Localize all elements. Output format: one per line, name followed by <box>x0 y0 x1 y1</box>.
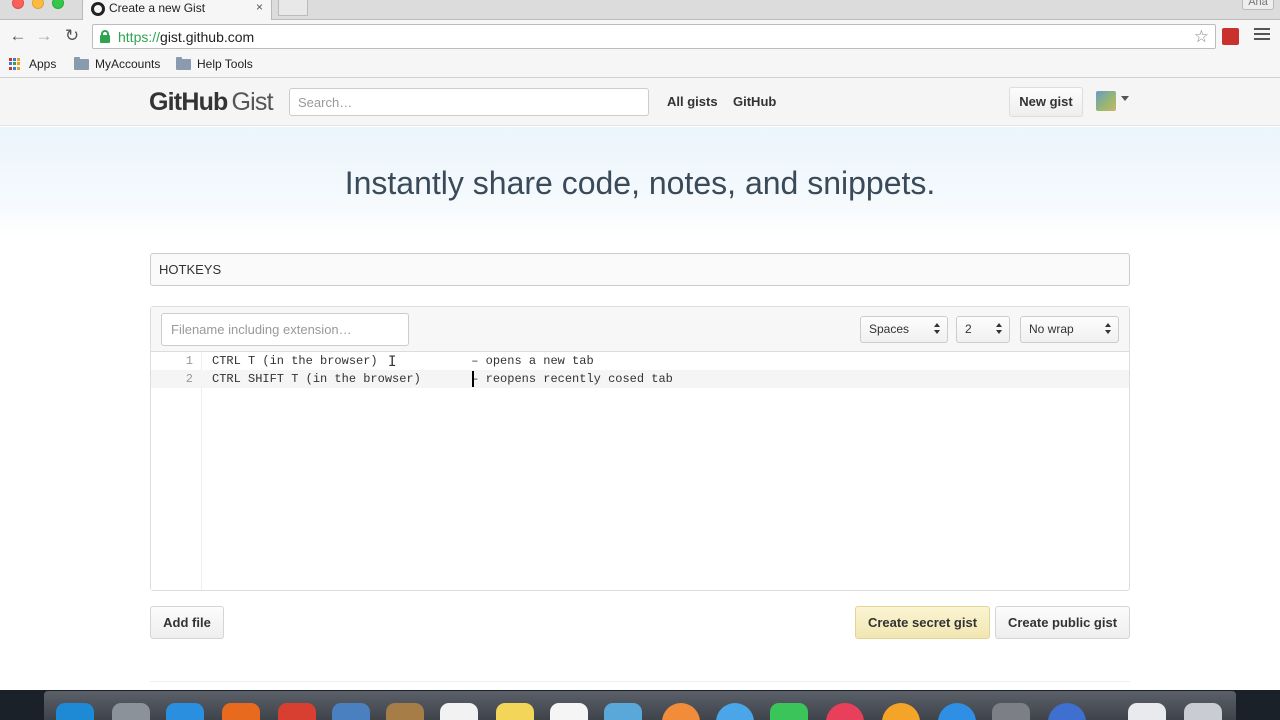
reminders-icon[interactable] <box>550 703 588 720</box>
line-number: 1 <box>185 354 193 368</box>
bookmark-label: Apps <box>29 57 57 71</box>
lock-icon <box>100 30 110 43</box>
line-text: CTRL SHIFT T (in the browser) – reopens … <box>212 372 673 386</box>
filename-input[interactable] <box>161 313 409 346</box>
back-arrow-icon[interactable]: ← <box>8 26 28 46</box>
caret-cursor <box>472 371 474 387</box>
text-cursor-icon: I <box>388 354 397 370</box>
new-gist-button[interactable]: New gist <box>1009 87 1083 117</box>
url-host: gist.github.com <box>160 29 255 45</box>
window-close-icon[interactable] <box>12 0 24 9</box>
bookmark-label: Help Tools <box>197 57 253 71</box>
tab-title: Create a new Gist <box>109 1 206 15</box>
contacts-icon[interactable] <box>386 703 424 720</box>
launchpad-icon[interactable] <box>112 703 150 720</box>
calendar-icon[interactable] <box>440 703 478 720</box>
create-secret-gist-button[interactable]: Create secret gist <box>855 606 990 639</box>
forward-arrow-icon[interactable]: → <box>34 26 54 46</box>
nav-github[interactable]: GitHub <box>733 94 776 109</box>
github-octocat-icon <box>91 2 105 16</box>
window-maximize-icon[interactable] <box>52 0 64 9</box>
file-header: Spaces 2 No wrap <box>151 307 1129 352</box>
tab-close-icon[interactable]: × <box>256 0 263 14</box>
site-header: GitHubGist All gists GitHub New gist <box>0 78 1280 126</box>
url-text: https://gist.github.com <box>118 29 254 45</box>
line-number: 2 <box>185 372 193 386</box>
folder-icon <box>176 56 191 70</box>
indent-mode-value: Spaces <box>869 322 910 336</box>
gist-file-editor: Spaces 2 No wrap 1 CTRL T (in the browse… <box>150 306 1130 591</box>
chevron-down-icon <box>1121 96 1129 101</box>
address-bar[interactable]: https://gist.github.com ☆ <box>92 24 1216 49</box>
hero-banner: Instantly share code, notes, and snippet… <box>0 127 1280 237</box>
indent-mode-select[interactable]: Spaces <box>860 316 948 343</box>
bookmark-myaccounts[interactable]: MyAccounts <box>74 56 161 71</box>
chrome-menu-icon[interactable] <box>1254 28 1270 44</box>
profile-button[interactable]: Ana <box>1242 0 1274 10</box>
system-preferences-icon[interactable] <box>992 703 1030 720</box>
code-editor[interactable]: 1 CTRL T (in the browser) – opens a new … <box>151 352 1129 590</box>
nav-all-gists[interactable]: All gists <box>667 94 718 109</box>
bookmark-help-tools[interactable]: Help Tools <box>176 56 253 71</box>
preview-icon[interactable] <box>604 703 642 720</box>
notes-icon[interactable] <box>496 703 534 720</box>
gist-description-input[interactable] <box>150 253 1130 286</box>
browser-toolbar: ← → ↻ https://gist.github.com ☆ <box>0 20 1280 53</box>
star-icon[interactable]: ☆ <box>1194 27 1209 47</box>
wrap-mode-select[interactable]: No wrap <box>1020 316 1119 343</box>
chrome-icon[interactable] <box>278 703 316 720</box>
logo-github-text: GitHub <box>149 88 228 116</box>
bookmark-label: MyAccounts <box>95 57 161 71</box>
search-input[interactable] <box>289 88 649 116</box>
divider <box>150 681 1130 682</box>
indent-size-select[interactable]: 2 <box>956 316 1010 343</box>
code-line-active[interactable]: 2 CTRL SHIFT T (in the browser) – reopen… <box>151 370 1129 388</box>
line-text: CTRL T (in the browser) – opens a new ta… <box>212 354 594 368</box>
apps-grid-icon <box>9 58 21 70</box>
window-minimize-icon[interactable] <box>32 0 44 9</box>
add-file-button[interactable]: Add file <box>150 606 224 639</box>
browser-tab-strip: Create a new Gist × Ana <box>0 0 1280 21</box>
select-arrows-icon <box>1105 323 1112 335</box>
extension-icon[interactable] <box>1222 28 1239 45</box>
documents-icon[interactable] <box>1128 703 1166 720</box>
mail-icon[interactable] <box>332 703 370 720</box>
hero-headline: Instantly share code, notes, and snippet… <box>344 165 936 201</box>
finder-icon[interactable] <box>56 703 94 720</box>
folder-icon <box>74 56 89 70</box>
user-menu[interactable] <box>1096 91 1132 113</box>
facetime-icon[interactable] <box>770 703 808 720</box>
reload-icon[interactable]: ↻ <box>62 26 82 46</box>
logo-gist-text: Gist <box>231 88 274 116</box>
select-arrows-icon <box>996 323 1003 335</box>
bookmarks-bar: Apps MyAccounts Help Tools <box>0 53 1280 78</box>
url-scheme: https:// <box>118 29 161 45</box>
browser-tab-active[interactable]: Create a new Gist × <box>82 0 272 21</box>
firefox-icon[interactable] <box>222 703 260 720</box>
safari-icon[interactable] <box>166 703 204 720</box>
trash-icon[interactable] <box>1184 703 1222 720</box>
bookmark-apps[interactable]: Apps <box>9 57 56 71</box>
create-public-gist-button[interactable]: Create public gist <box>995 606 1130 639</box>
new-tab-button[interactable] <box>278 0 308 16</box>
gist-logo[interactable]: GitHub Gist <box>149 88 274 117</box>
code-line[interactable]: 1 CTRL T (in the browser) – opens a new … <box>151 352 1129 370</box>
select-arrows-icon <box>934 323 941 335</box>
wrap-mode-value: No wrap <box>1029 322 1074 336</box>
indent-size-value: 2 <box>965 322 972 336</box>
avatar <box>1096 91 1116 111</box>
